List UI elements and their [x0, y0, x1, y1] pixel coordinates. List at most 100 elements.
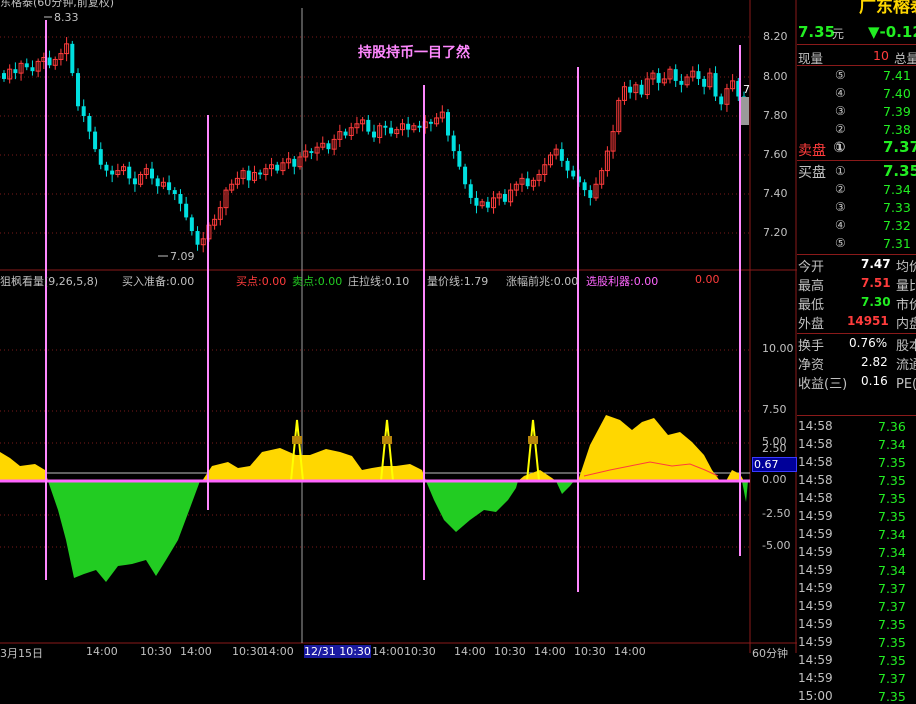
indicator-positive-area — [726, 470, 744, 481]
tick-price: 7.37 — [878, 599, 906, 614]
candle-body — [582, 182, 587, 191]
candle-body — [372, 131, 376, 138]
price-tick: 7.20 — [763, 226, 788, 239]
candle-body — [559, 149, 564, 161]
indicator-name[interactable]: 狙枫看量(9,26,5,8) — [0, 273, 98, 289]
chart-title: 东格泰(60分钟,前复权) — [0, 0, 115, 9]
tick-time: 14:59 — [798, 599, 833, 613]
ask-price: 7.40 — [883, 86, 911, 101]
candle-body — [406, 123, 411, 130]
dealer-line-value: 庄拉线:0.10 — [348, 275, 410, 288]
candle-body — [656, 73, 661, 83]
tick-price: 7.35 — [878, 473, 906, 488]
signal-marker — [382, 436, 392, 444]
indicator-tick: 7.50 — [762, 403, 787, 416]
candle-body — [474, 197, 479, 206]
stat-extra: 市价 — [896, 298, 916, 313]
candle-body — [258, 172, 263, 175]
ask-price: 7.39 — [883, 104, 911, 119]
indicator-positive-area — [0, 452, 48, 481]
tick-time: 14:58 — [798, 419, 833, 433]
tick-price: 7.37 — [878, 671, 906, 686]
candle-body — [468, 184, 473, 198]
sell-point-value: 卖点:0.00 — [292, 275, 343, 288]
ask-level: ② — [835, 122, 846, 136]
tick-price: 7.35 — [878, 617, 906, 632]
tick-time: 14:59 — [798, 527, 833, 541]
candle-body — [132, 178, 137, 185]
indicator-positive-area — [578, 415, 720, 481]
stat2-extra: 股本 — [896, 339, 916, 354]
candle-body — [172, 190, 177, 194]
candle-body — [155, 178, 160, 187]
candle-body — [525, 178, 530, 187]
candle-body — [719, 96, 724, 105]
candle-body — [81, 106, 86, 116]
candle-body — [502, 194, 507, 202]
tick-price: 7.35 — [878, 509, 906, 524]
candle-body — [457, 151, 462, 167]
tick-time: 14:59 — [798, 563, 833, 577]
ask-level: ④ — [835, 86, 846, 100]
tick-time: 14:59 — [798, 509, 833, 523]
vol-price-line-value: 量价线:1.79 — [427, 275, 489, 288]
stat2-label: 换手 — [798, 339, 825, 354]
candle-body — [389, 127, 394, 134]
candle-body — [70, 43, 75, 74]
tick-price: 7.34 — [878, 545, 906, 560]
candle-body — [383, 125, 388, 128]
ask-price: 7.38 — [883, 122, 911, 137]
candle-body — [87, 116, 92, 132]
stat2-extra: 流通 — [896, 358, 916, 373]
low-price-label: 7.09 — [170, 250, 195, 263]
time-tick: 10:30 — [574, 645, 606, 658]
tick-price: 7.35 — [878, 653, 906, 668]
price-unit: 元 — [832, 27, 845, 41]
bid-price: 7.33 — [883, 200, 911, 215]
stat-value: 7.51 — [861, 276, 891, 290]
candle-body — [195, 231, 200, 245]
slogan-text: 持股持币一目了然 — [358, 45, 470, 61]
buy-prep-value: 买入准备:0.00 — [122, 275, 195, 288]
candle-body — [639, 84, 644, 95]
candle-body — [309, 151, 314, 154]
bid-price: 7.35 — [883, 162, 916, 180]
candle-body — [485, 201, 490, 208]
candle-body — [588, 190, 593, 198]
main-chart-area[interactable] — [0, 0, 797, 653]
candle-body — [451, 135, 456, 152]
stat2-extra: PE(动) — [896, 377, 916, 392]
candle-body-current — [740, 97, 749, 125]
tick-price: 7.34 — [878, 563, 906, 578]
price-tick: 8.00 — [763, 70, 788, 83]
stat2-value: 0.16 — [861, 374, 888, 388]
candle-body — [104, 164, 109, 171]
candle-body — [366, 119, 371, 132]
indicator-negative-area — [742, 481, 748, 502]
stat-label: 外盘 — [798, 317, 825, 332]
time-tick: 14:00 — [614, 645, 646, 658]
stat-value: 7.47 — [861, 257, 891, 271]
indicator-tick: -5.00 — [762, 539, 791, 552]
high-price-label: 8.33 — [54, 11, 79, 24]
signal-spike — [526, 419, 540, 482]
time-tick: 12/31 10:30 — [304, 645, 371, 658]
current-price: 7.35 — [798, 23, 836, 41]
candle-body — [292, 158, 297, 167]
signal-marker — [528, 436, 538, 444]
stat-label: 今开 — [798, 260, 825, 275]
time-tick: 14:00 — [180, 645, 212, 658]
time-tick: 14:00 — [86, 645, 118, 658]
time-tick: 3月15日 — [0, 647, 43, 660]
candle-body — [428, 121, 433, 124]
tick-price: 7.35 — [878, 635, 906, 650]
candle-body — [628, 86, 633, 93]
candle-body — [93, 131, 98, 150]
candle-body — [184, 203, 189, 218]
candle-body — [679, 80, 684, 85]
tick-price: 7.35 — [878, 455, 906, 470]
candle-body — [76, 73, 80, 107]
volume-value: 10 — [873, 48, 889, 63]
stat-label: 最低 — [798, 298, 825, 313]
stat2-label: 收益(三) — [798, 377, 848, 392]
